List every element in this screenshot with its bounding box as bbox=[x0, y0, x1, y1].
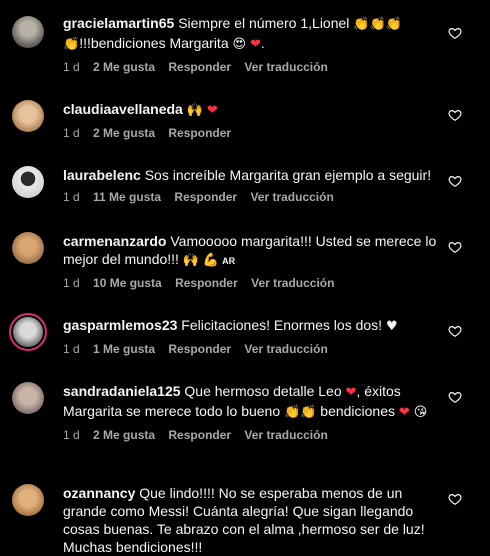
translate-button[interactable]: Ver traducción bbox=[244, 342, 327, 356]
avatar[interactable] bbox=[12, 382, 44, 414]
reply-button[interactable]: Responder bbox=[175, 276, 238, 290]
raised-hands-icon: 🙌 bbox=[182, 253, 200, 268]
clap-icon: 👏 bbox=[300, 405, 317, 420]
red-heart-icon: ❤ bbox=[206, 103, 218, 118]
comment-meta: 1 d 1 Me gusta Responder Ver traducción bbox=[63, 342, 442, 356]
like-heart-icon[interactable] bbox=[448, 26, 462, 40]
like-heart-icon[interactable] bbox=[448, 390, 462, 404]
clap-icon: 👏 bbox=[284, 405, 301, 420]
reply-button[interactable]: Responder bbox=[168, 342, 231, 356]
translate-button[interactable]: Ver traducción bbox=[244, 428, 327, 442]
reply-button[interactable]: Responder bbox=[168, 428, 231, 442]
like-heart-icon[interactable] bbox=[448, 492, 462, 506]
red-heart-icon: ❤ bbox=[345, 385, 357, 400]
comment-time: 1 d bbox=[63, 276, 80, 290]
comment-username[interactable]: gracielamartin65 bbox=[63, 15, 174, 31]
comment-text: gasparmlemos23 Felicitaciones! Enormes l… bbox=[63, 317, 398, 334]
raised-hands-icon: 🙌 bbox=[186, 103, 203, 118]
comment-meta: 1 d 2 Me gusta Responder Ver traducción bbox=[63, 60, 442, 74]
likes-count[interactable]: 10 Me gusta bbox=[93, 276, 162, 290]
comment-time: 1 d bbox=[63, 190, 80, 204]
clap-icon: 👏 bbox=[385, 17, 402, 32]
star-eyes-icon: 😍 bbox=[232, 37, 247, 52]
red-heart-icon: ❤ bbox=[398, 405, 410, 420]
comment-time: 1 d bbox=[63, 126, 80, 140]
like-heart-icon[interactable] bbox=[448, 174, 462, 188]
likes-count[interactable]: 2 Me gusta bbox=[93, 60, 155, 74]
translate-button[interactable]: Ver traducción bbox=[251, 276, 334, 290]
clap-icon: 👏 bbox=[369, 17, 386, 32]
comment-meta: 1 d 2 Me gusta Responder Ver traducción bbox=[63, 428, 442, 442]
comment-username[interactable]: claudiaavellaneda bbox=[63, 101, 183, 117]
like-heart-icon[interactable] bbox=[448, 108, 462, 122]
white-heart-icon: ♥ bbox=[385, 319, 398, 334]
kiss-icon: 😘 bbox=[413, 405, 428, 420]
comment-time: 1 d bbox=[63, 60, 80, 74]
reply-button[interactable]: Responder bbox=[168, 60, 231, 74]
comment-text: laurabelenc Sos increíble Margarita gran… bbox=[63, 167, 432, 183]
likes-count[interactable]: 1 Me gusta bbox=[93, 342, 155, 356]
avatar[interactable] bbox=[12, 232, 44, 264]
avatar[interactable] bbox=[12, 166, 44, 198]
translate-button[interactable]: Ver traducción bbox=[244, 60, 327, 74]
comment-time: 1 d bbox=[63, 428, 80, 442]
comment-time: 1 d bbox=[63, 342, 80, 356]
comment-username[interactable]: carmenanzardo bbox=[63, 233, 166, 249]
comment-text: claudiaavellaneda 🙌 ❤ bbox=[63, 100, 442, 120]
comment-meta: 1 d 10 Me gusta Responder Ver traducción bbox=[63, 276, 442, 290]
likes-count[interactable]: 2 Me gusta bbox=[93, 126, 155, 140]
avatar[interactable] bbox=[9, 313, 47, 351]
likes-count[interactable]: 11 Me gusta bbox=[93, 190, 161, 204]
reply-button[interactable]: Responder bbox=[168, 126, 231, 140]
flag-icon: AR bbox=[222, 256, 236, 266]
clap-icon: 👏 bbox=[63, 37, 80, 52]
like-heart-icon[interactable] bbox=[448, 324, 462, 338]
comment-username[interactable]: sandradaniela125 bbox=[63, 383, 181, 399]
comment-text: carmenanzardo Vamooooo margarita!!! Uste… bbox=[63, 233, 437, 268]
comment-text: ozannancy Que lindo!!!! No se esperaba m… bbox=[63, 485, 425, 555]
avatar[interactable] bbox=[12, 100, 44, 132]
comment-text: sandradaniela125 Que hermoso detalle Leo… bbox=[63, 383, 428, 420]
red-heart-icon: ❤ bbox=[249, 37, 261, 52]
comment-username[interactable]: gasparmlemos23 bbox=[63, 317, 177, 333]
likes-count[interactable]: 2 Me gusta bbox=[93, 428, 155, 442]
clap-icon: 👏 bbox=[353, 17, 370, 32]
comment-username[interactable]: laurabelenc bbox=[63, 167, 141, 183]
avatar[interactable] bbox=[12, 484, 44, 516]
comment-meta: 1 d 11 Me gusta Responder Ver traducción bbox=[63, 190, 442, 204]
translate-button[interactable]: Ver traducción bbox=[250, 190, 333, 204]
comment-username[interactable]: ozannancy bbox=[63, 485, 135, 501]
comment-text: gracielamartin65 Siempre el número 1,Lio… bbox=[63, 15, 402, 52]
muscle-icon: 💪 bbox=[202, 253, 220, 268]
comment-meta: 1 d 2 Me gusta Responder bbox=[63, 126, 442, 140]
reply-button[interactable]: Responder bbox=[174, 190, 237, 204]
like-heart-icon[interactable] bbox=[448, 240, 462, 254]
avatar[interactable] bbox=[12, 16, 44, 48]
